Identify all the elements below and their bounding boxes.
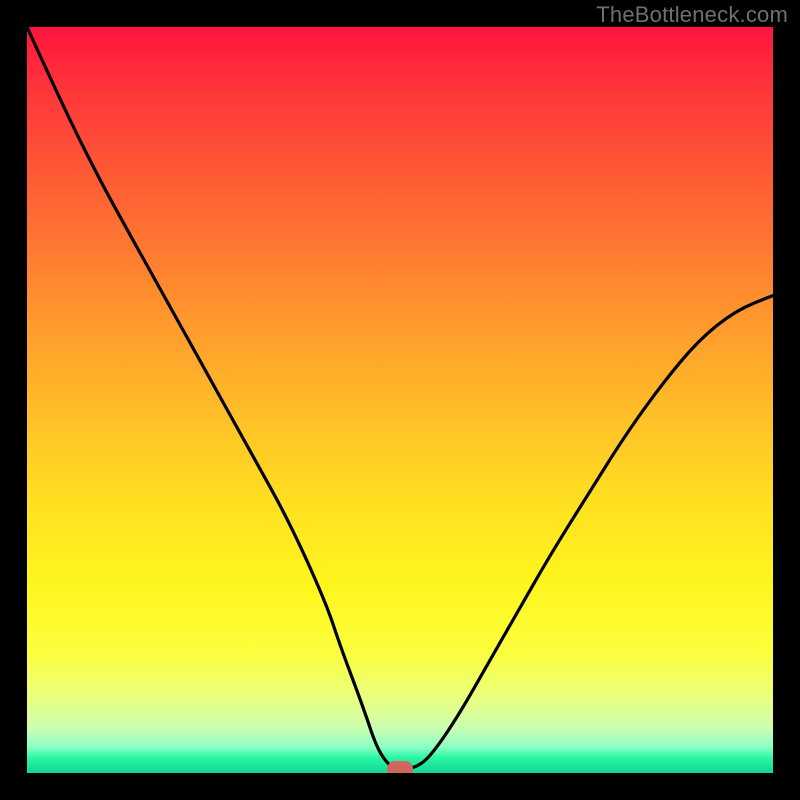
plot-area bbox=[27, 27, 773, 773]
outer-frame: TheBottleneck.com bbox=[0, 0, 800, 800]
optimum-marker bbox=[387, 761, 413, 773]
curve-svg bbox=[27, 27, 773, 773]
watermark-text: TheBottleneck.com bbox=[596, 2, 788, 28]
bottleneck-curve bbox=[27, 27, 773, 769]
